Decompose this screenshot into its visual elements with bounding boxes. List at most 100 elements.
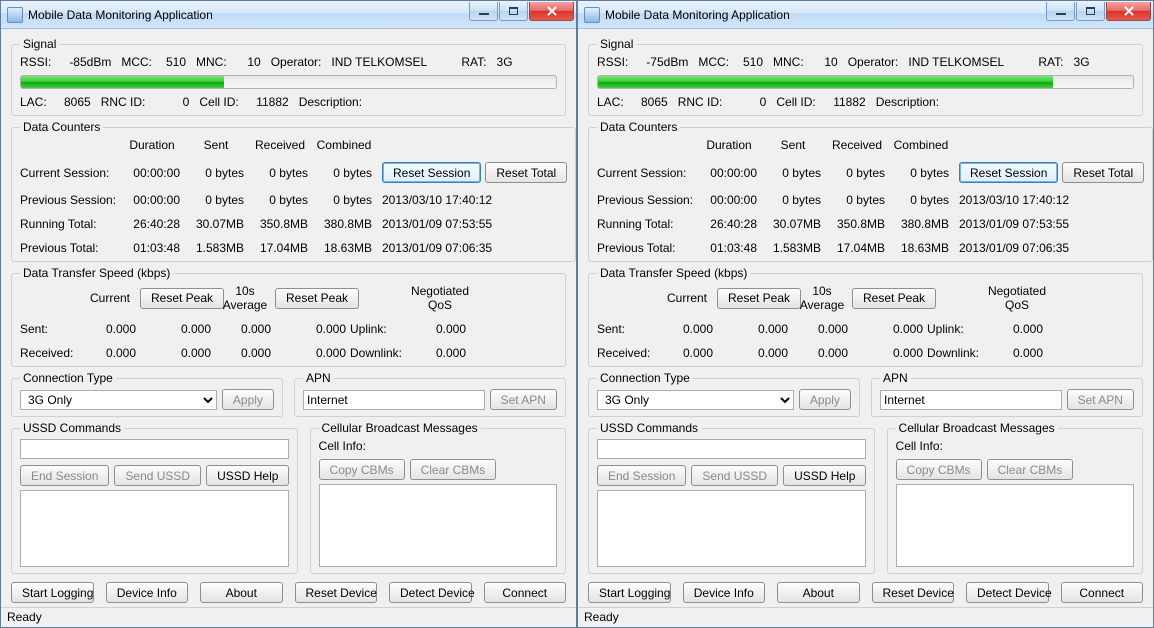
minimize-button[interactable] — [1046, 2, 1075, 21]
close-button[interactable] — [529, 2, 574, 21]
end-session-button[interactable]: End Session — [20, 465, 109, 486]
received-header: Received — [825, 138, 889, 152]
sent-current: 0.000 — [80, 322, 140, 336]
send-ussd-button[interactable]: Send USSD — [114, 465, 201, 486]
device-info-button[interactable]: Device Info — [683, 582, 766, 603]
prevtot-sent: 1.583MB — [761, 241, 825, 255]
detect-device-button[interactable]: Detect Device — [389, 582, 472, 603]
status-text: Ready — [584, 610, 619, 624]
running-total-label: Running Total: — [597, 217, 697, 231]
start-logging-button[interactable]: Start Logging — [588, 582, 671, 603]
previous-total-label: Previous Total: — [597, 241, 697, 255]
rncid-label: RNC ID: — [101, 95, 146, 109]
prev-combined: 0 bytes — [889, 193, 953, 207]
clear-cbms-button[interactable]: Clear CBMs — [987, 459, 1074, 480]
reset-total-button[interactable]: Reset Total — [1062, 162, 1144, 183]
prev-combined: 0 bytes — [312, 193, 376, 207]
copy-cbms-button[interactable]: Copy CBMs — [896, 459, 982, 480]
reset-peak-button-1[interactable]: Reset Peak — [717, 288, 801, 309]
connection-type-legend: Connection Type — [20, 371, 116, 385]
sent-peak1: 0.000 — [717, 322, 792, 336]
reset-peak-button-2[interactable]: Reset Peak — [852, 288, 936, 309]
current-received: 0 bytes — [248, 166, 312, 180]
lac-label: LAC: — [597, 95, 624, 109]
speed-recv-label: Received: — [20, 346, 80, 360]
ussd-output[interactable] — [597, 490, 866, 567]
set-apn-button[interactable]: Set APN — [490, 389, 557, 410]
detect-device-button[interactable]: Detect Device — [966, 582, 1049, 603]
ussd-group: USSD Commands End Session Send USSD USSD… — [11, 421, 298, 574]
minimize-button[interactable] — [469, 2, 498, 21]
connect-button[interactable]: Connect — [1061, 582, 1144, 603]
reset-total-button[interactable]: Reset Total — [485, 162, 567, 183]
end-session-button[interactable]: End Session — [597, 465, 686, 486]
current-duration: 00:00:00 — [120, 166, 184, 180]
close-button[interactable] — [1106, 2, 1151, 21]
ussd-input[interactable] — [20, 439, 289, 459]
sent-peak2: 0.000 — [275, 322, 350, 336]
reset-session-button[interactable]: Reset Session — [382, 162, 481, 183]
mnc-label: MNC: — [196, 55, 227, 69]
mcc-label: MCC: — [121, 55, 152, 69]
reset-device-button[interactable]: Reset Device — [295, 582, 378, 603]
maximize-button[interactable] — [1076, 2, 1105, 21]
ussd-input[interactable] — [597, 439, 866, 459]
titlebar: Mobile Data Monitoring Application — [1, 1, 576, 29]
reset-device-button[interactable]: Reset Device — [872, 582, 955, 603]
sent-peak2: 0.000 — [852, 322, 927, 336]
connection-type-select[interactable]: 3G Only — [20, 390, 217, 410]
apply-button[interactable]: Apply — [222, 389, 274, 410]
cellid-label: Cell ID: — [776, 95, 815, 109]
clear-cbms-button[interactable]: Clear CBMs — [410, 459, 497, 480]
start-logging-button[interactable]: Start Logging — [11, 582, 94, 603]
signal-group: Signal RSSI: -75dBm MCC: 510 MNC: 10 Ope… — [588, 37, 1143, 116]
ussd-help-button[interactable]: USSD Help — [206, 465, 289, 486]
cellid-label: Cell ID: — [199, 95, 238, 109]
speed-recv-label: Received: — [597, 346, 657, 360]
cbm-legend: Cellular Broadcast Messages — [319, 421, 481, 435]
about-button[interactable]: About — [200, 582, 283, 603]
cbm-output[interactable] — [319, 484, 557, 567]
set-apn-button[interactable]: Set APN — [1067, 389, 1134, 410]
received-header: Received — [248, 138, 312, 152]
apn-input[interactable] — [303, 390, 485, 410]
neg-qos-header: Negotiated QoS — [410, 284, 470, 312]
uplink-value: 0.000 — [987, 322, 1047, 336]
lac-value: 8065 — [57, 95, 91, 109]
recv-avg: 0.000 — [792, 346, 852, 360]
sent-peak1: 0.000 — [140, 322, 215, 336]
ussd-output[interactable] — [20, 490, 289, 567]
speed-legend: Data Transfer Speed (kbps) — [597, 266, 750, 280]
copy-cbms-button[interactable]: Copy CBMs — [319, 459, 405, 480]
reset-session-button[interactable]: Reset Session — [959, 162, 1058, 183]
data-counters-legend: Data Counters — [20, 120, 103, 134]
device-info-button[interactable]: Device Info — [106, 582, 189, 603]
rssi-label: RSSI: — [597, 55, 628, 69]
maximize-button[interactable] — [499, 2, 528, 21]
running-sent: 30.07MB — [761, 217, 825, 231]
downlink-value: 0.000 — [987, 346, 1047, 360]
recv-peak2: 0.000 — [852, 346, 927, 360]
prevtot-timestamp: 2013/01/09 07:06:35 — [376, 241, 567, 255]
cbm-output[interactable] — [896, 484, 1134, 567]
send-ussd-button[interactable]: Send USSD — [691, 465, 778, 486]
reset-peak-button-2[interactable]: Reset Peak — [275, 288, 359, 309]
ussd-help-button[interactable]: USSD Help — [783, 465, 866, 486]
signal-legend: Signal — [597, 37, 636, 51]
connect-button[interactable]: Connect — [484, 582, 567, 603]
description-label: Description: — [299, 95, 362, 109]
rat-value: 3G — [1074, 55, 1090, 69]
signal-group: Signal RSSI: -85dBm MCC: 510 MNC: 10 Ope… — [11, 37, 566, 116]
status-text: Ready — [7, 610, 42, 624]
about-button[interactable]: About — [777, 582, 860, 603]
description-label: Description: — [876, 95, 939, 109]
recv-avg: 0.000 — [215, 346, 275, 360]
connection-type-select[interactable]: 3G Only — [597, 390, 794, 410]
reset-peak-button-1[interactable]: Reset Peak — [140, 288, 224, 309]
sent-header: Sent — [761, 138, 825, 152]
connection-type-legend: Connection Type — [597, 371, 693, 385]
apply-button[interactable]: Apply — [799, 389, 851, 410]
prevtot-combined: 18.63MB — [312, 241, 376, 255]
apn-input[interactable] — [880, 390, 1062, 410]
current-session-label: Current Session: — [597, 166, 697, 180]
